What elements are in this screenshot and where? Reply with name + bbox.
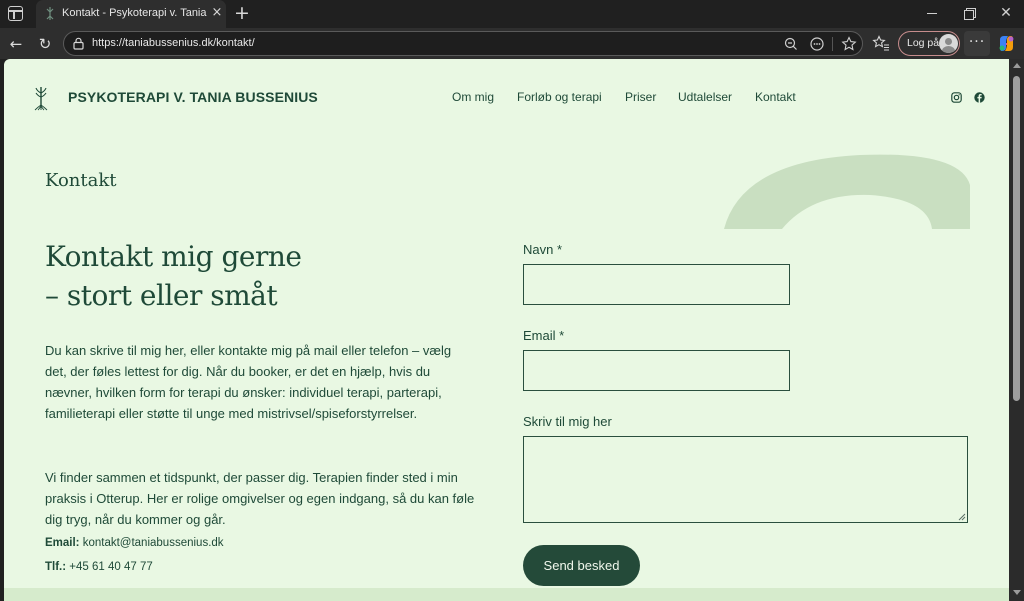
zoom-out-icon[interactable] (782, 35, 800, 53)
headline: Kontakt mig gerne – stort eller småt (45, 237, 302, 315)
contact-phone-line: Tlf.: +45 61 40 47 77 (45, 561, 153, 573)
back-button[interactable]: ← (3, 31, 29, 57)
name-label: Navn * (523, 242, 563, 257)
browser-toolbar: ← ↻ https://taniabussenius.dk/kontakt/ L… (0, 28, 1024, 59)
intro-line: Du kan skrive til mig her, eller kontakt… (45, 343, 452, 358)
footer-band (4, 588, 1009, 601)
nav-forloeb-og-terapi[interactable]: Forløb og terapi (517, 90, 602, 104)
tab-title: Kontakt - Psykoterapi v. Tania Bussenius (62, 7, 210, 19)
headline-line-1: Kontakt mig gerne (45, 240, 302, 273)
omnibox-divider (832, 37, 833, 51)
url-text[interactable]: https://taniabussenius.dk/kontakt/ (92, 37, 255, 49)
site-title[interactable]: PSYKOTERAPI V. TANIA BUSSENIUS (68, 89, 318, 105)
tree-logo-icon[interactable] (32, 85, 50, 111)
practice-paragraph: Vi finder sammen et tidspunkt, der passe… (45, 467, 505, 530)
profile-avatar-icon (939, 34, 958, 53)
page-actions-icon[interactable] (808, 35, 826, 53)
email-field-label: Email * (523, 328, 565, 343)
practice-line: Vi finder sammen et tidspunkt, der passe… (45, 470, 458, 485)
address-bar[interactable]: https://taniabussenius.dk/kontakt/ (63, 31, 863, 56)
name-field[interactable] (523, 264, 790, 305)
intro-paragraph: Du kan skrive til mig her, eller kontakt… (45, 340, 505, 424)
profile-login-button[interactable]: Log på (898, 31, 960, 56)
email-field[interactable] (523, 350, 790, 391)
resize-grip-icon[interactable] (957, 512, 966, 521)
lock-icon[interactable] (72, 37, 85, 50)
send-message-button[interactable]: Send besked (523, 545, 640, 586)
nav-kontakt[interactable]: Kontakt (755, 90, 796, 104)
intro-line: det, der føles lettest for dig. Når du b… (45, 364, 431, 379)
phone-number[interactable]: +45 61 40 47 77 (69, 561, 152, 573)
nav-priser[interactable]: Priser (625, 90, 656, 104)
practice-line: praksis i Otterup. Her er rolige omgivel… (45, 491, 475, 506)
window-restore-button[interactable] (954, 2, 984, 24)
instagram-icon[interactable] (951, 92, 962, 103)
facebook-icon[interactable] (974, 92, 985, 103)
favicon (46, 7, 54, 20)
scroll-up-arrow-icon[interactable] (1013, 63, 1021, 68)
email-label: Email: (45, 537, 80, 549)
settings-more-button[interactable]: ··· (964, 31, 990, 56)
email-link[interactable]: kontakt@taniabussenius.dk (83, 537, 224, 549)
favorites-icon[interactable] (872, 34, 890, 52)
contact-email-line: Email: kontakt@taniabussenius.dk (45, 537, 224, 549)
sidebar-toggle-icon[interactable] (8, 6, 23, 21)
intro-line: familieterapi eller støtte til unge med … (45, 406, 418, 421)
intro-line: nævner, hvilken form for terapi du ønske… (45, 385, 442, 400)
window-minimize-button[interactable] (917, 2, 947, 24)
star-icon[interactable] (840, 35, 858, 53)
tab-close-button[interactable]: × (209, 4, 225, 22)
headline-line-2: – stort eller småt (45, 279, 278, 312)
message-label: Skriv til mig her (523, 414, 612, 429)
nav-om-mig[interactable]: Om mig (452, 90, 494, 104)
web-page: PSYKOTERAPI V. TANIA BUSSENIUS Om mig Fo… (4, 59, 1009, 601)
scrollbar-thumb[interactable] (1013, 76, 1020, 401)
browser-tab-strip: Kontakt - Psykoterapi v. Tania Bussenius… (0, 0, 1024, 28)
window-close-button[interactable]: ✕ (991, 2, 1021, 24)
scroll-down-arrow-icon[interactable] (1013, 590, 1021, 595)
decorative-arc-shape (724, 154, 970, 229)
copilot-icon[interactable] (997, 34, 1016, 53)
practice-line: dig tryg, når du kommer og går. (45, 512, 226, 527)
nav-udtalelser[interactable]: Udtalelser (678, 90, 732, 104)
message-textarea[interactable] (523, 436, 968, 523)
page-title: Kontakt (45, 170, 117, 191)
phone-label: Tlf.: (45, 561, 67, 573)
browser-tab[interactable]: Kontakt - Psykoterapi v. Tania Bussenius… (36, 0, 226, 28)
reload-button[interactable]: ↻ (32, 31, 58, 57)
page-scrollbar[interactable] (1009, 59, 1024, 601)
login-label: Log på (907, 37, 940, 49)
new-tab-button[interactable]: + (231, 2, 253, 24)
